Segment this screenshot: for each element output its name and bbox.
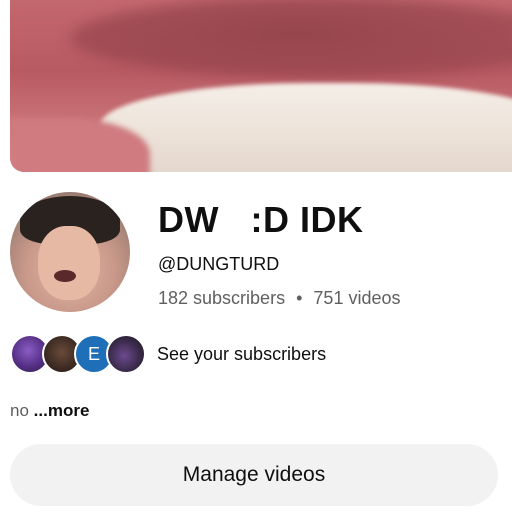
avatar-mouth: [54, 270, 76, 282]
avatar-face: [38, 226, 100, 300]
description-text: no: [10, 401, 29, 420]
description-more-link[interactable]: ...more: [34, 401, 90, 420]
subscriber-count: 182 subscribers: [158, 288, 286, 308]
video-count: 751 videos: [313, 288, 401, 308]
banner-image-shading: [70, 0, 512, 78]
channel-name: DW :D IDK: [158, 199, 364, 240]
channel-banner: [10, 0, 512, 172]
channel-stats: 182 subscribers • 751 videos: [158, 288, 401, 309]
channel-description[interactable]: no ...more: [10, 401, 89, 421]
manage-videos-button[interactable]: Manage videos: [10, 444, 498, 506]
banner-image-teeth: [100, 83, 512, 172]
channel-avatar[interactable]: [10, 192, 130, 312]
see-subscribers-row[interactable]: E See your subscribers: [10, 334, 370, 376]
subscriber-avatar-letter: E: [87, 343, 100, 364]
subscriber-avatar: [106, 334, 146, 374]
stats-separator: •: [296, 288, 303, 308]
see-subscribers-label: See your subscribers: [157, 344, 327, 364]
channel-handle: @DUNGTURD: [158, 254, 280, 274]
